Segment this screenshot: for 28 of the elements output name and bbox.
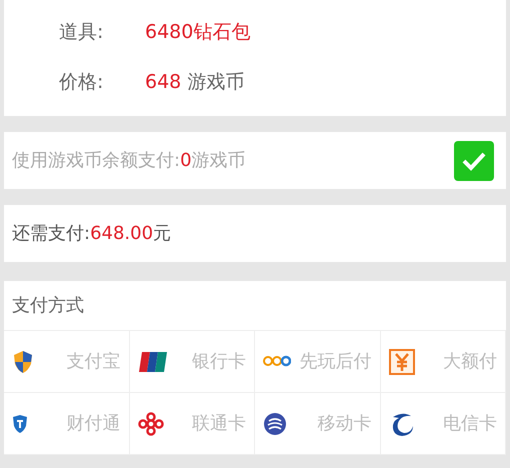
- item-label: 道具:: [59, 20, 104, 45]
- knot-icon: [138, 412, 164, 436]
- check-icon: [461, 150, 487, 170]
- shield-icon: [12, 350, 34, 374]
- payment-title: 支付方式: [12, 294, 84, 318]
- payment-method[interactable]: 财付通: [4, 393, 130, 455]
- payment-method[interactable]: 大额付: [380, 331, 506, 393]
- payment-method[interactable]: 电信卡: [380, 393, 506, 455]
- bank-card-icon: [138, 350, 168, 372]
- globe-icon: [263, 412, 287, 436]
- payment-method[interactable]: 先玩后付: [255, 331, 380, 393]
- payment-method[interactable]: 支付宝: [4, 331, 130, 393]
- price-unit: 游戏币: [187, 70, 244, 95]
- payment-method[interactable]: 银行卡: [130, 331, 255, 393]
- due-label: 还需支付:: [12, 222, 90, 246]
- price-label: 价格:: [59, 70, 104, 95]
- yen-icon: [388, 348, 414, 374]
- payment-method[interactable]: 移动卡: [255, 393, 380, 455]
- due-amount: 648.00: [90, 222, 154, 246]
- price-amount: 648: [145, 70, 182, 95]
- balance-label: 使用游戏币余额支付:: [12, 149, 180, 173]
- shield-icon: [12, 414, 28, 434]
- balance-amount: 0: [180, 149, 192, 173]
- balance-unit: 游戏币: [192, 149, 246, 173]
- due-unit: 元: [153, 222, 172, 246]
- item-value: 6480钻石包: [145, 20, 250, 45]
- balance-checkbox[interactable]: [454, 140, 494, 180]
- payment-method[interactable]: 联通卡: [130, 393, 255, 455]
